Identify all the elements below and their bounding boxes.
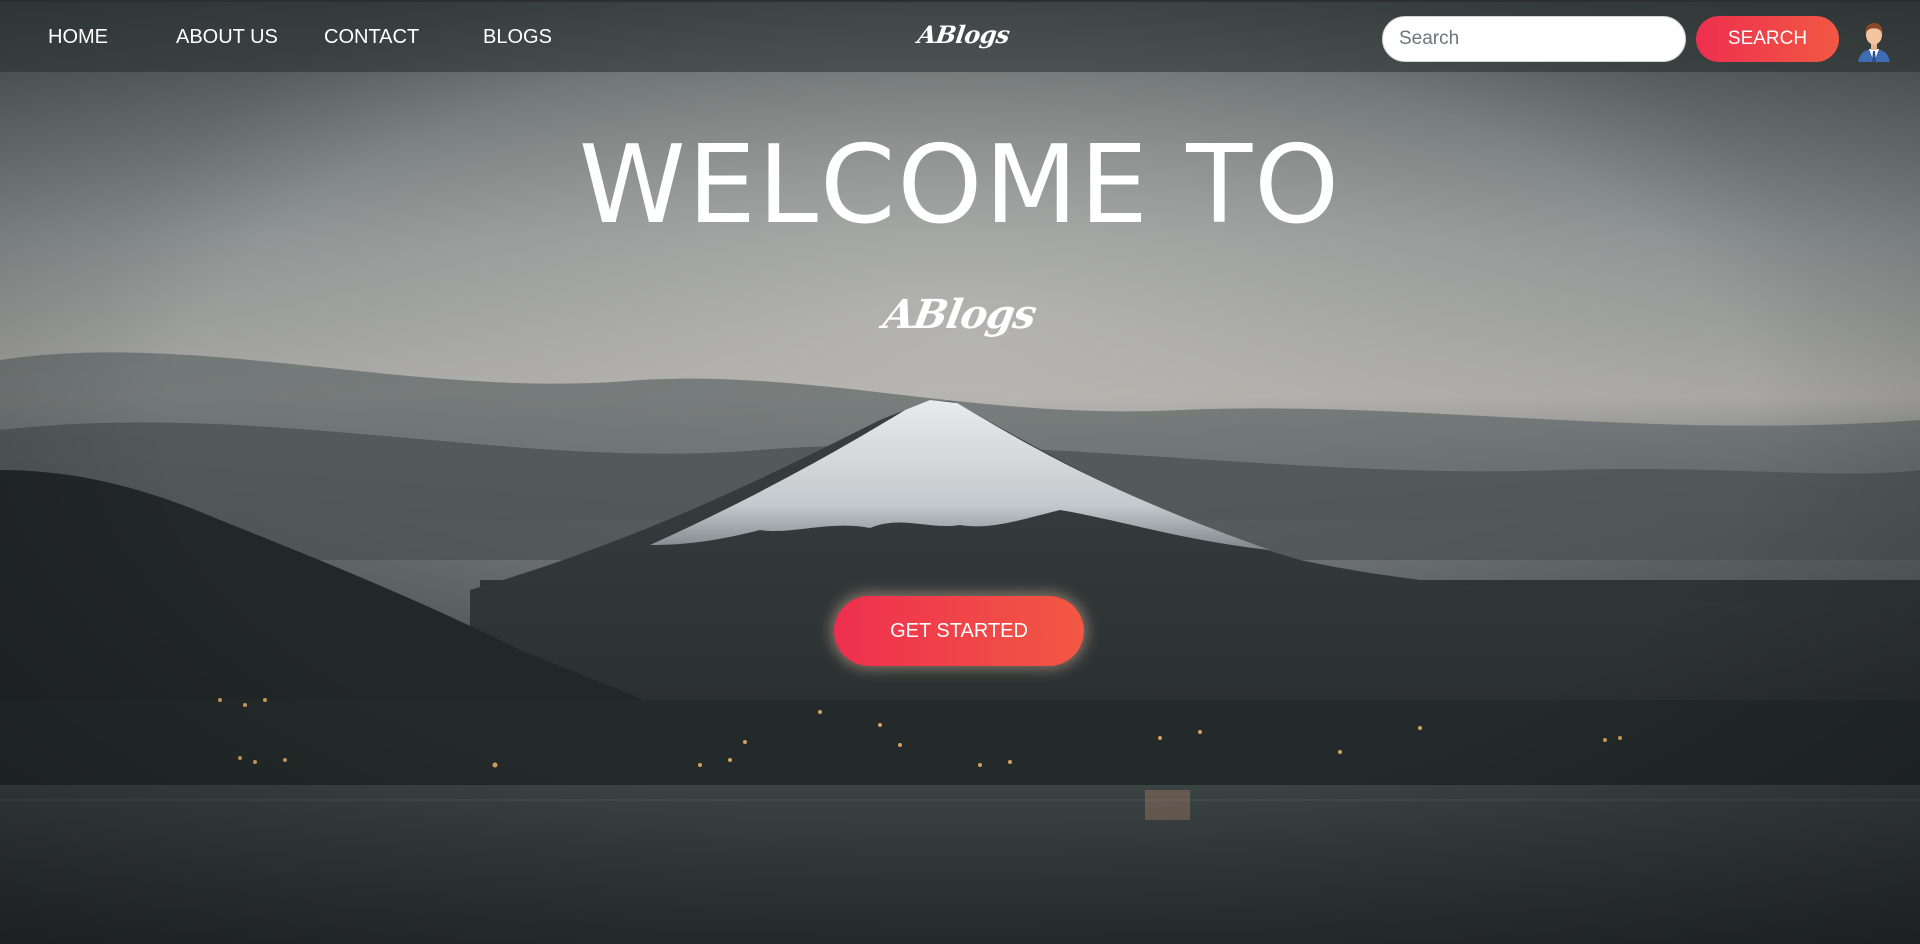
nav-link-home[interactable]: HOME (48, 26, 108, 49)
user-avatar-icon[interactable] (1852, 18, 1896, 62)
hero-section: HOME ABOUT US CONTACT BLOGS ABlogs SEARC… (0, 0, 1920, 944)
nav-link-blogs[interactable]: BLOGS (483, 26, 552, 49)
nav-link-contact[interactable]: CONTACT (324, 26, 419, 49)
hero-title: WELCOME TO (578, 123, 1342, 248)
avatar-illustration-icon (1858, 23, 1890, 62)
top-navbar: HOME ABOUT US CONTACT BLOGS ABlogs SEARC… (0, 0, 1920, 72)
nav-link-about-us[interactable]: ABOUT US (176, 26, 278, 49)
brand-logo[interactable]: ABlogs (916, 20, 1011, 49)
search-input[interactable] (1382, 16, 1686, 62)
get-started-button[interactable]: GET STARTED (834, 596, 1084, 666)
search-button[interactable]: SEARCH (1696, 16, 1839, 62)
hero-brand-text: ABlogs (880, 291, 1040, 338)
hero-brand: ABlogs (0, 291, 1920, 338)
